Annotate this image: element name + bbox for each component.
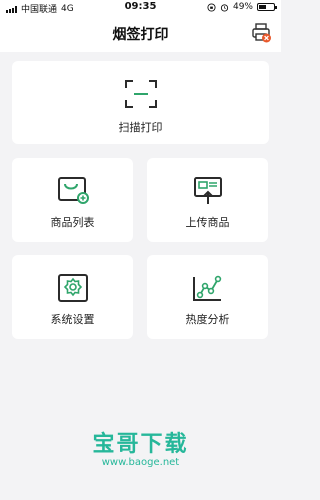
alarm-icon: [220, 3, 229, 12]
status-right: 49%: [207, 2, 277, 12]
scan-frame-icon: [124, 80, 157, 108]
battery-icon: [257, 3, 277, 11]
watermark-url: www.baoge.net: [101, 457, 180, 468]
upload-product-card[interactable]: 上传商品: [147, 158, 268, 242]
product-list-label: 商品列表: [50, 216, 95, 229]
printer-icon: [252, 23, 271, 43]
system-settings-card[interactable]: 系统设置: [12, 255, 133, 339]
upload-board-icon: [193, 177, 222, 204]
basket-add-icon: [57, 177, 89, 204]
navigation-bar: 烟签打印: [0, 14, 281, 52]
heat-analysis-label: 热度分析: [185, 313, 230, 326]
rotation-lock-icon: [207, 2, 216, 12]
status-bar: 中国联通 4G 09:35 49%: [0, 0, 281, 15]
page-title: 烟签打印: [112, 27, 169, 43]
trend-chart-icon: [192, 275, 221, 301]
watermark: 宝哥下载 www.baoge.net: [0, 426, 281, 468]
heat-analysis-card[interactable]: 热度分析: [147, 255, 268, 339]
printer-button[interactable]: [251, 22, 273, 44]
system-settings-label: 系统设置: [50, 313, 95, 326]
product-list-card[interactable]: 商品列表: [12, 158, 133, 242]
battery-percent: 49%: [232, 2, 253, 12]
gear-icon: [57, 274, 88, 302]
upload-product-label: 上传商品: [185, 216, 230, 229]
scan-print-card[interactable]: 扫描打印: [12, 61, 269, 144]
watermark-title: 宝哥下载: [92, 432, 189, 457]
scan-print-label: 扫描打印: [118, 121, 163, 134]
